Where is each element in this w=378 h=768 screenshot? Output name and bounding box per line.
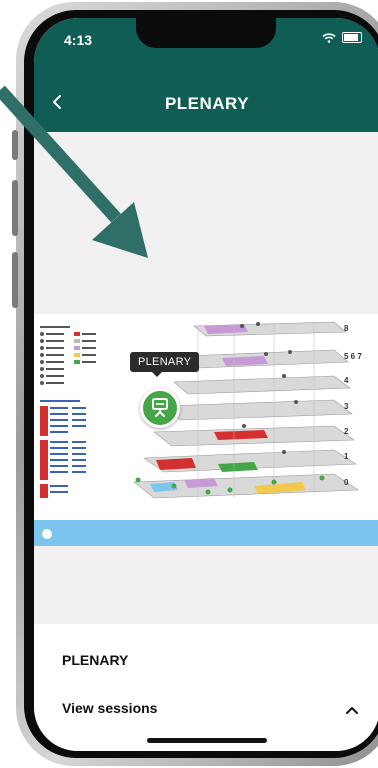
- pointer-arrow-icon: [0, 85, 148, 258]
